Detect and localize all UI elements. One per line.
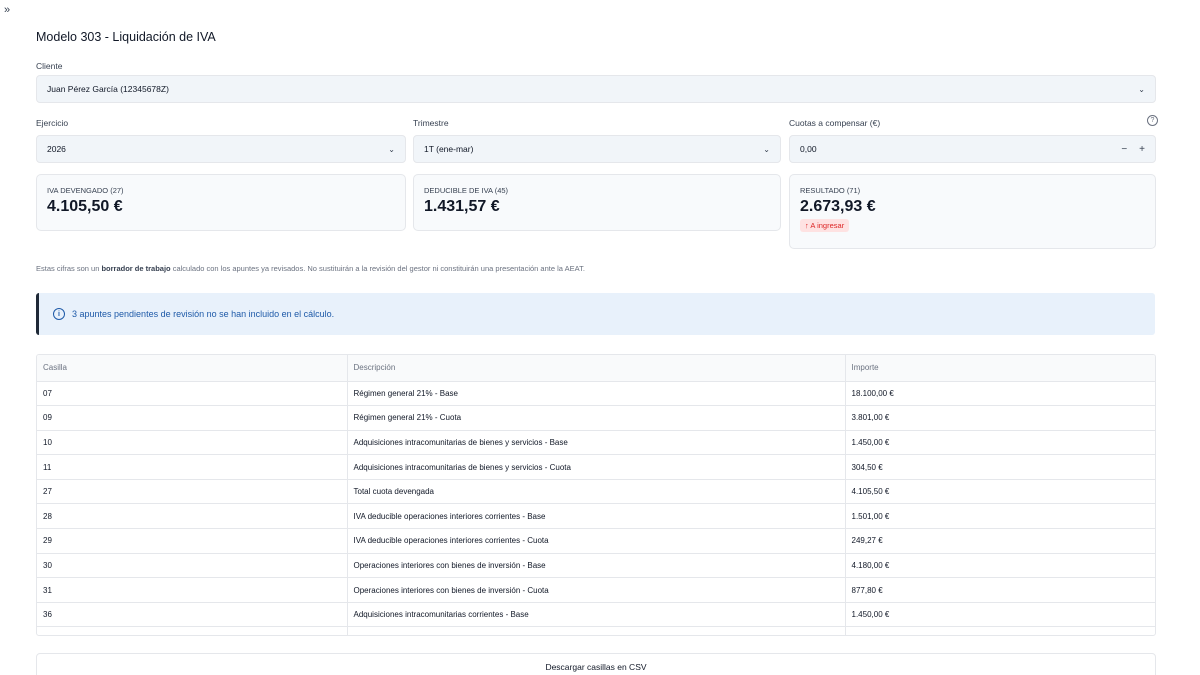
cell-casilla: 27 [37,479,348,505]
cell-casilla: 10 [37,430,348,456]
download-csv-button[interactable]: Descargar casillas en CSV [36,653,1156,675]
cell-descripcion: Adquisiciones intracomunitarias de biene… [347,430,846,456]
cell-importe: 877,80 € [845,577,1155,603]
cell-descripcion: Operaciones interiores con bienes de inv… [347,553,846,579]
alert-text: 3 apuntes pendientes de revisión no se h… [72,309,335,319]
cliente-select[interactable]: Juan Pérez García (12345678Z) ⌄ [36,75,1156,103]
cell-descripcion: Total cuota devengada [347,479,846,505]
trimestre-select[interactable]: 1T (ene-mar) ⌄ [413,135,781,163]
cell-importe: 249,27 € [845,528,1155,554]
table-row: 27 Total cuota devengada 4.105,50 € [37,479,1155,505]
ejercicio-value: 2026 [47,144,66,154]
card-label: RESULTADO (71) [800,186,861,195]
cell-descripcion: Adquisiciones intracomunitarias corrient… [347,602,846,628]
column-header-casilla[interactable]: Casilla [37,355,348,382]
trimestre-value: 1T (ene-mar) [424,144,474,154]
minus-icon[interactable]: − [1121,144,1127,155]
chevron-down-icon: ⌄ [388,144,395,154]
plus-icon[interactable]: + [1139,144,1145,155]
table-row: 11 Adquisiciones intracomunitarias de bie… [37,454,1155,480]
deducible-iva-card: DEDUCIBLE DE IVA (45) 1.431,57 € [413,174,781,231]
pending-alert: i 3 apuntes pendientes de revisión no se… [36,293,1155,335]
table-row-partial [37,626,1155,635]
table-header-row: Casilla Descripción Importe [37,355,1155,382]
chevron-down-icon: ⌄ [1138,84,1145,94]
iva-devengado-card: IVA DEVENGADO (27) 4.105,50 € [36,174,406,231]
info-icon: i [53,308,65,320]
card-label: DEDUCIBLE DE IVA (45) [424,186,509,195]
cell-casilla: 28 [37,503,348,530]
cuotas-value[interactable]: 0,00 [800,144,817,154]
table-row: 10 Adquisiciones intracomunitarias de bie… [37,430,1155,456]
draft-emphasis: borrador de trabajo [101,264,171,273]
card-value: 1.431,57 € [424,198,500,215]
cell-casilla: 09 [37,405,348,431]
cell-descripcion: IVA deducible operaciones interiores cor… [347,528,846,554]
cell-casilla: 11 [37,454,348,480]
cell-importe: 1.501,00 € [845,503,1155,530]
cell-descripcion: Régimen general 21% - Cuota [347,405,846,431]
draft-note: Estas cifras son un borrador de trabajo … [36,264,585,273]
card-value: 4.105,50 € [47,198,123,215]
table-row: 28 IVA deducible operaciones interiores c… [37,503,1155,530]
sidebar-expand-icon[interactable]: » [4,4,10,16]
table-row: 31 Operaciones interiores con bienes de i… [37,577,1155,603]
cell-descripcion: IVA deducible operaciones interiores cor… [347,503,846,530]
help-icon[interactable]: ? [1147,115,1158,126]
column-header-importe[interactable]: Importe [845,355,1155,382]
table-row: 07 Régimen general 21% - Base 18.100,00 € [37,381,1155,407]
cell-importe: 4.180,00 € [845,553,1155,579]
cell-casilla: 30 [37,553,348,579]
cuotas-stepper[interactable]: 0,00 − + [789,135,1156,163]
table-row: 29 IVA deducible operaciones interiores c… [37,528,1155,554]
chevron-down-icon: ⌄ [763,144,770,154]
cell-importe: 1.450,00 € [845,430,1155,456]
column-header-descripcion[interactable]: Descripción [347,355,846,382]
cell-importe: 3.801,00 € [845,405,1155,431]
cuotas-label: Cuotas a compensar (€) [789,118,881,128]
cliente-label: Cliente [36,61,63,71]
card-label: IVA DEVENGADO (27) [47,186,124,195]
cell-casilla: 36 [37,602,348,628]
cell-importe: 304,50 € [845,454,1155,480]
resultado-card: RESULTADO (71) 2.673,93 € ↑ A ingresar [789,174,1156,249]
cell-descripcion: Operaciones interiores con bienes de inv… [347,577,846,603]
ejercicio-label: Ejercicio [36,118,69,128]
table-row: 09 Régimen general 21% - Cuota 3.801,00 € [37,405,1155,431]
cell-casilla: 07 [37,381,348,407]
cliente-value: Juan Pérez García (12345678Z) [47,84,169,94]
casillas-table: Casilla Descripción Importe 07 Régimen ge… [36,354,1156,636]
ejercicio-select[interactable]: 2026 ⌄ [36,135,406,163]
cell-importe: 4.105,50 € [845,479,1155,505]
cell-descripcion: Adquisiciones intracomunitarias de biene… [347,454,846,480]
card-value: 2.673,93 € [800,198,876,215]
page-title: Modelo 303 - Liquidación de IVA [36,30,216,44]
trimestre-label: Trimestre [413,118,449,128]
cell-casilla: 31 [37,577,348,603]
cell-importe: 18.100,00 € [845,381,1155,407]
cell-descripcion: Régimen general 21% - Base [347,381,846,407]
cell-importe: 1.450,00 € [845,602,1155,628]
cell-casilla: 29 [37,528,348,554]
table-row: 30 Operaciones interiores con bienes de i… [37,553,1155,579]
table-row: 36 Adquisiciones intracomunitarias corrie… [37,602,1155,628]
status-badge: ↑ A ingresar [800,219,850,232]
